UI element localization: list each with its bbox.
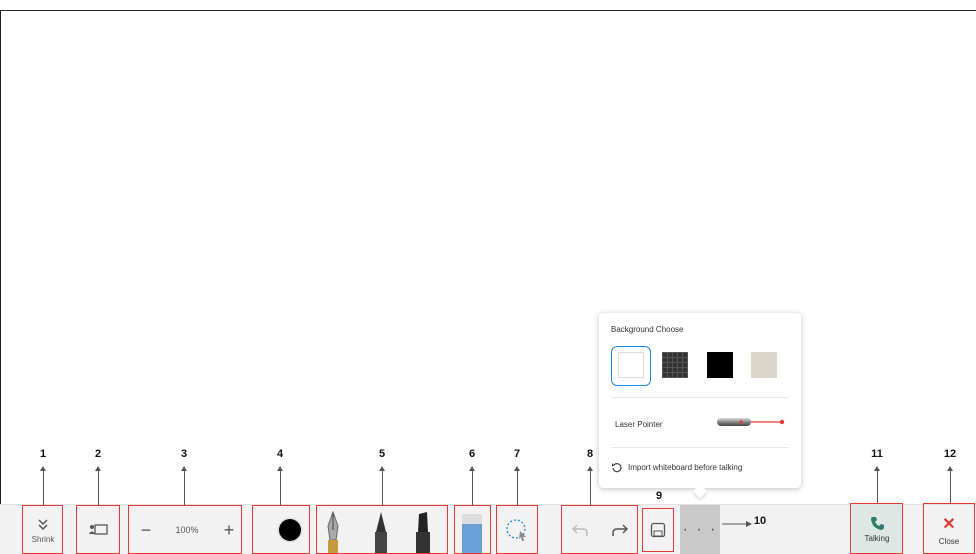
callout-line <box>950 470 951 503</box>
callout-number: 5 <box>378 448 386 460</box>
annotation-box <box>252 505 310 554</box>
import-whiteboard-label: Import whiteboard before talking <box>628 462 743 472</box>
callout-arrow-right <box>722 521 752 527</box>
callout-number: 4 <box>276 448 284 460</box>
popup-divider <box>611 397 789 398</box>
annotation-box <box>22 505 63 554</box>
callout-number: 1 <box>39 448 47 460</box>
annotation-box <box>76 505 120 554</box>
callout-line <box>280 470 281 505</box>
background-white-swatch[interactable] <box>618 352 644 378</box>
callout-number: 11 <box>871 448 883 460</box>
annotation-box <box>496 505 538 554</box>
refresh-icon <box>612 463 622 473</box>
whiteboard-canvas[interactable] <box>0 10 976 554</box>
callout-number: 7 <box>513 448 521 460</box>
callout-number: 12 <box>943 448 957 460</box>
callout-line <box>590 470 591 505</box>
callout-line <box>43 470 44 505</box>
background-black-swatch[interactable] <box>707 352 733 378</box>
import-whiteboard-option[interactable]: Import whiteboard before talking <box>611 461 742 473</box>
callout-line <box>98 470 99 505</box>
annotation-box <box>316 505 448 554</box>
background-grid-swatch[interactable] <box>662 352 688 378</box>
callout-line <box>472 470 473 505</box>
annotation-box <box>642 508 674 552</box>
callout-line <box>184 470 185 505</box>
annotation-box <box>454 505 491 554</box>
callout-number: 3 <box>180 448 188 460</box>
more-options-button[interactable]: · · · <box>680 505 720 554</box>
popup-divider <box>611 447 789 448</box>
callout-line <box>517 470 518 505</box>
background-beige-swatch[interactable] <box>751 352 777 378</box>
background-choose-title: Background Choose <box>611 325 684 334</box>
annotation-box <box>850 503 903 554</box>
callout-line <box>877 470 878 503</box>
annotation-box <box>128 505 242 554</box>
laser-pointer-icon[interactable] <box>715 415 787 429</box>
callout-number: 8 <box>586 448 594 460</box>
callout-number: 9 <box>655 490 663 502</box>
more-options-popup: Background Choose Laser Pointer Import w… <box>599 313 801 488</box>
laser-pointer-label: Laser Pointer <box>615 420 663 429</box>
callout-number: 10 <box>753 515 767 527</box>
annotation-box <box>923 503 975 554</box>
callout-line <box>382 470 383 505</box>
callout-number: 2 <box>94 448 102 460</box>
callout-number: 6 <box>468 448 476 460</box>
annotation-box <box>561 505 638 554</box>
